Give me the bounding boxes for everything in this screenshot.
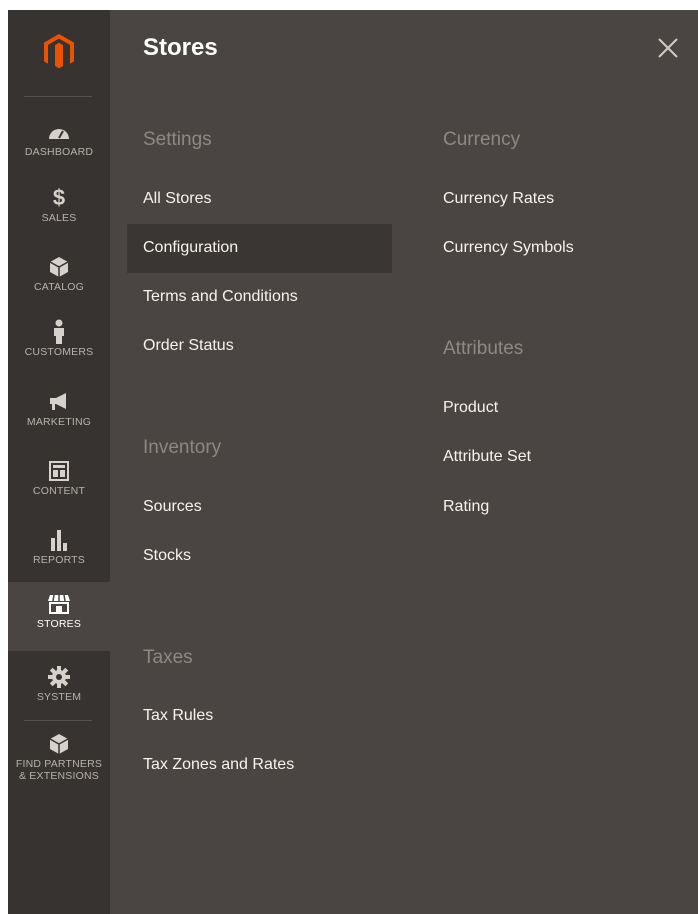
menu-link-order-status[interactable]: Order Status [143, 337, 234, 355]
partners-box-icon [47, 732, 71, 756]
sidebar-item-label: CONTENT [32, 485, 86, 497]
megaphone-icon [47, 390, 71, 414]
sidebar-item-label: REPORTS [33, 554, 85, 566]
section-title-attributes: Attributes [443, 338, 524, 359]
content-layout-icon [47, 459, 71, 483]
system-divider [24, 720, 92, 721]
sidebar-item-system[interactable]: SYSTEM [8, 655, 110, 724]
sidebar-item-label-line1: FIND PARTNERS [15, 758, 103, 770]
menu-link-tax-zones-and-rates[interactable]: Tax Zones and Rates [143, 756, 294, 774]
customer-person-icon [47, 319, 71, 344]
menu-link-currency-rates[interactable]: Currency Rates [443, 190, 554, 208]
menu-link-configuration[interactable]: Configuration [143, 239, 238, 257]
sidebar-item-marketing[interactable]: MARKETING [8, 380, 110, 449]
sidebar-item-label: SYSTEM [36, 691, 82, 703]
menu-link-currency-symbols[interactable]: Currency Symbols [443, 239, 574, 257]
menu-link-sources[interactable]: Sources [143, 498, 202, 516]
menu-link-product[interactable]: Product [443, 399, 498, 417]
dashboard-icon [47, 120, 71, 144]
sidebar-item-label: MARKETING [26, 416, 92, 428]
admin-frame: DASHBOARD $ SALES CATALOG CUSTOMERS MARK… [8, 10, 698, 914]
section-title-settings: Settings [143, 129, 212, 150]
sidebar-item-label: CUSTOMERS [24, 346, 94, 358]
sidebar-item-label-line2: & EXTENSIONS [18, 770, 99, 782]
section-title-taxes: Taxes [143, 647, 193, 668]
sidebar-item-customers[interactable]: CUSTOMERS [8, 310, 110, 379]
sidebar-item-find-partners[interactable]: FIND PARTNERS & EXTENSIONS [8, 722, 110, 802]
sidebar-item-label: SALES [41, 212, 77, 224]
menu-link-attribute-set[interactable]: Attribute Set [443, 448, 531, 466]
section-title-inventory: Inventory [143, 437, 222, 458]
menu-link-tax-rules[interactable]: Tax Rules [143, 707, 213, 725]
dollar-icon: $ [47, 186, 71, 210]
magento-logo[interactable] [8, 22, 110, 82]
panel-title: Stores [143, 34, 218, 61]
admin-sidebar: DASHBOARD $ SALES CATALOG CUSTOMERS MARK… [8, 10, 110, 914]
logo-divider [24, 96, 92, 97]
close-button[interactable] [654, 34, 682, 62]
menu-link-stocks[interactable]: Stocks [143, 547, 191, 565]
bar-chart-icon [47, 528, 71, 552]
sidebar-item-dashboard[interactable]: DASHBOARD [8, 110, 110, 179]
close-icon [658, 38, 678, 58]
sidebar-item-label: DASHBOARD [24, 146, 94, 158]
svg-text:$: $ [53, 186, 65, 210]
sidebar-item-stores[interactable]: STORES [8, 582, 110, 651]
gear-icon [47, 665, 71, 689]
section-title-currency: Currency [443, 129, 521, 150]
sidebar-item-content[interactable]: CONTENT [8, 449, 110, 518]
menu-link-all-stores[interactable]: All Stores [143, 190, 211, 208]
sidebar-item-label: STORES [36, 618, 82, 630]
menu-link-terms-and-conditions[interactable]: Terms and Conditions [143, 288, 298, 306]
sidebar-item-label: CATALOG [33, 281, 85, 293]
storefront-icon [47, 592, 71, 616]
sidebar-item-catalog[interactable]: CATALOG [8, 245, 110, 314]
sidebar-item-sales[interactable]: $ SALES [8, 176, 110, 245]
magento-logo-icon [44, 34, 74, 69]
catalog-box-icon [47, 255, 71, 279]
sidebar-item-reports[interactable]: REPORTS [8, 518, 110, 587]
menu-link-rating[interactable]: Rating [443, 498, 489, 516]
